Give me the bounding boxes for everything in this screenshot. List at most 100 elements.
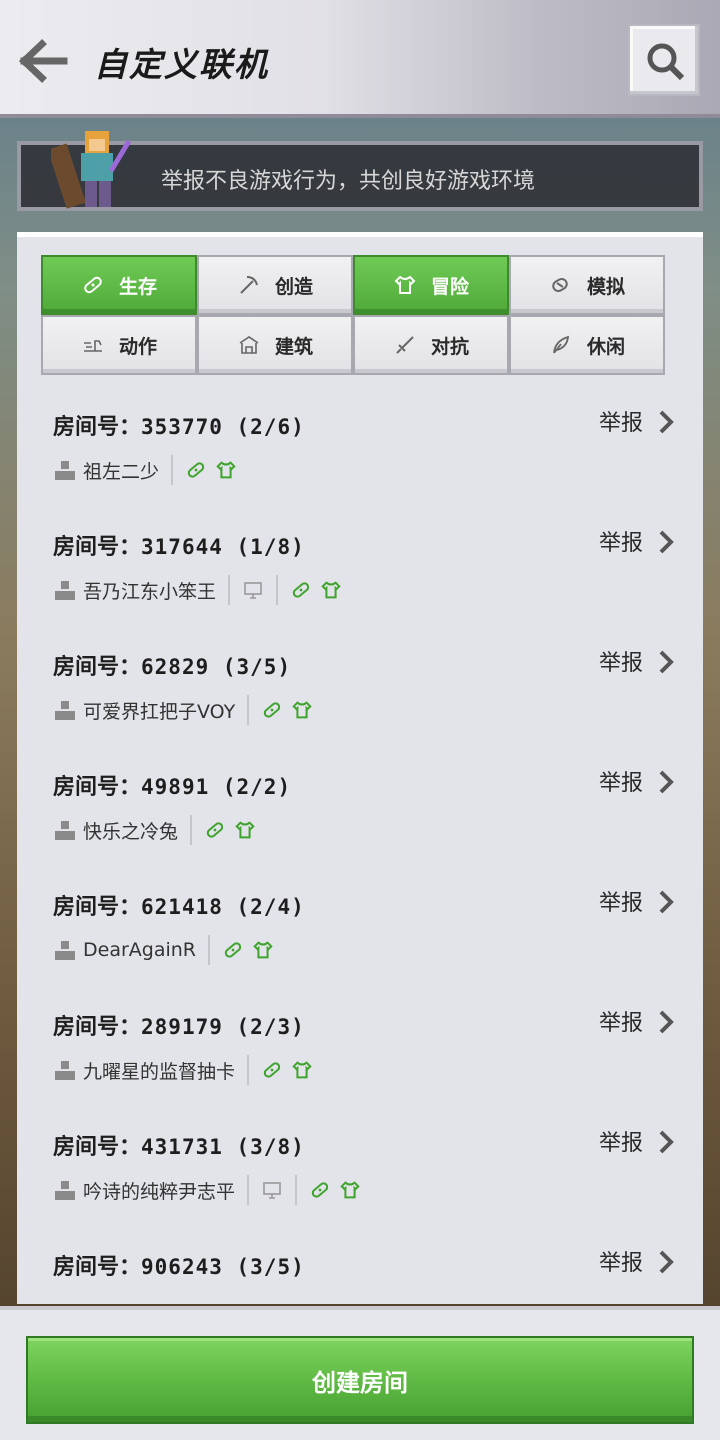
room-number: 906243 (3/5) — [141, 1255, 305, 1279]
category-tag[interactable]: 模拟 — [509, 255, 665, 315]
chevron-right-icon[interactable] — [657, 409, 675, 435]
room-number-label: 房间号： — [53, 895, 142, 920]
category-tag[interactable]: 冒险 — [353, 255, 509, 315]
category-tag-label: 休闲 — [586, 335, 625, 358]
sim-icon — [549, 273, 573, 297]
room-title: 房间号：353770 (2/6) — [53, 409, 305, 441]
feather-icon — [549, 333, 573, 357]
room-item[interactable]: 房间号：289179 (2/3) 举报九曜星的监督抽卡 — [17, 987, 703, 1107]
room-meta: 吟诗的纯粹尹志平 — [53, 1175, 369, 1205]
room-title: 房间号：317644 (1/8) — [53, 529, 305, 561]
bandage-icon — [81, 273, 105, 297]
category-tag[interactable]: 生存 — [41, 255, 197, 315]
category-tag[interactable]: 动作 — [41, 315, 197, 375]
room-meta: 快乐之冷兔 — [53, 815, 264, 845]
room-owner: 祖左二少 — [83, 460, 160, 483]
report-button[interactable]: 举报 — [599, 1245, 643, 1277]
notice-banner: 举报不良游戏行为，共创良好游戏环境 — [17, 131, 703, 211]
user-icon — [53, 1179, 77, 1201]
room-item[interactable]: 房间号：906243 (3/5) 举报 — [17, 1227, 703, 1304]
user-icon — [53, 819, 77, 841]
character-figure-icon — [51, 131, 131, 209]
search-button[interactable] — [628, 24, 700, 96]
report-button[interactable]: 举报 — [599, 765, 643, 797]
bandage-icon — [261, 1059, 283, 1081]
room-meta: 吾乃江东小笨王 — [53, 575, 350, 605]
room-meta: 九曜星的监督抽卡 — [53, 1055, 321, 1085]
report-button[interactable]: 举报 — [599, 405, 643, 437]
building-icon — [237, 333, 261, 357]
room-number: 317644 (1/8) — [141, 535, 305, 559]
bandage-icon — [222, 939, 244, 961]
shirt-icon — [252, 939, 274, 961]
room-number: 289179 (2/3) — [141, 1015, 305, 1039]
monitor-icon — [261, 1179, 283, 1201]
sword-icon — [393, 333, 417, 357]
shirt-icon — [339, 1179, 361, 1201]
room-owner: 快乐之冷兔 — [83, 820, 179, 843]
room-owner: 九曜星的监督抽卡 — [83, 1060, 236, 1083]
chevron-right-icon[interactable] — [657, 649, 675, 675]
shirt-icon — [291, 699, 313, 721]
category-tag[interactable]: 对抗 — [353, 315, 509, 375]
room-number-label: 房间号： — [53, 775, 142, 800]
action-icon — [81, 333, 105, 357]
bandage-icon — [290, 579, 312, 601]
report-button[interactable]: 举报 — [599, 525, 643, 557]
room-owner: DearAgainR — [83, 939, 196, 961]
chevron-right-icon[interactable] — [657, 1249, 675, 1275]
shirt-icon — [215, 459, 237, 481]
report-button[interactable]: 举报 — [599, 1005, 643, 1037]
shirt-icon — [291, 1059, 313, 1081]
room-item[interactable]: 房间号：62829 (3/5) 举报 可爱界扛把子VOY — [17, 627, 703, 747]
room-item[interactable]: 房间号：49891 (2/2) 举报快乐之冷兔 — [17, 747, 703, 867]
room-list: 房间号：353770 (2/6) 举报 祖左二少 房间号：317644 (1/8) 举报… — [17, 387, 703, 1304]
room-title: 房间号：431731 (3/8) — [53, 1129, 305, 1161]
create-room-button[interactable]: 创建房间 — [26, 1336, 694, 1424]
room-item[interactable]: 房间号：621418 (2/4) 举报 DearAgainR — [17, 867, 703, 987]
room-title: 房间号：906243 (3/5) — [53, 1249, 305, 1281]
room-number: 621418 (2/4) — [141, 895, 305, 919]
chevron-right-icon[interactable] — [657, 769, 675, 795]
bandage-icon — [309, 1179, 331, 1201]
room-number-label: 房间号： — [53, 1015, 142, 1040]
arrow-left-icon — [19, 39, 68, 83]
category-tag[interactable]: 创造 — [197, 255, 353, 315]
category-tag-label: 生存 — [118, 275, 157, 298]
category-tag[interactable]: 休闲 — [509, 315, 665, 375]
user-icon — [53, 459, 77, 481]
search-icon — [647, 43, 685, 81]
top-bar: 自定义联机 — [0, 0, 720, 118]
category-tag-label: 创造 — [274, 275, 313, 298]
room-item[interactable]: 房间号：353770 (2/6) 举报祖左二少 — [17, 387, 703, 507]
back-button[interactable] — [16, 36, 72, 86]
room-number-label: 房间号： — [53, 415, 142, 440]
pickaxe-icon — [237, 273, 261, 297]
chevron-right-icon[interactable] — [657, 1129, 675, 1155]
category-tag-label: 模拟 — [586, 275, 625, 298]
bandage-icon — [261, 699, 283, 721]
room-list-panel: 生存 创造 冒险 模拟 动作 建筑 对抗 休闲 房间号：353770 (2/6) 举报 祖左二少房… — [17, 232, 703, 1304]
user-icon — [53, 939, 77, 961]
divider — [208, 935, 210, 965]
report-button[interactable]: 举报 — [599, 645, 643, 677]
divider — [171, 455, 174, 485]
room-item[interactable]: 房间号：317644 (1/8) 举报吾乃江东小笨王 — [17, 507, 703, 627]
report-button[interactable]: 举报 — [599, 885, 643, 917]
chevron-right-icon[interactable] — [657, 1009, 675, 1035]
room-item[interactable]: 房间号：431731 (3/8) 举报吟诗的纯粹尹志平 — [17, 1107, 703, 1227]
user-icon — [53, 1059, 77, 1081]
chevron-right-icon[interactable] — [657, 889, 675, 915]
divider — [276, 575, 279, 605]
room-number-label: 房间号： — [53, 535, 142, 560]
room-meta: DearAgainR — [53, 935, 282, 965]
category-tag[interactable]: 建筑 — [197, 315, 353, 375]
room-number-label: 房间号： — [53, 1135, 142, 1160]
chevron-right-icon[interactable] — [657, 529, 675, 555]
room-number-label: 房间号： — [53, 1255, 142, 1280]
room-number: 49891 (2/2) — [141, 775, 292, 799]
bandage-icon — [185, 459, 207, 481]
category-tag-label: 建筑 — [274, 335, 313, 358]
divider — [247, 1175, 250, 1205]
report-button[interactable]: 举报 — [599, 1125, 643, 1157]
